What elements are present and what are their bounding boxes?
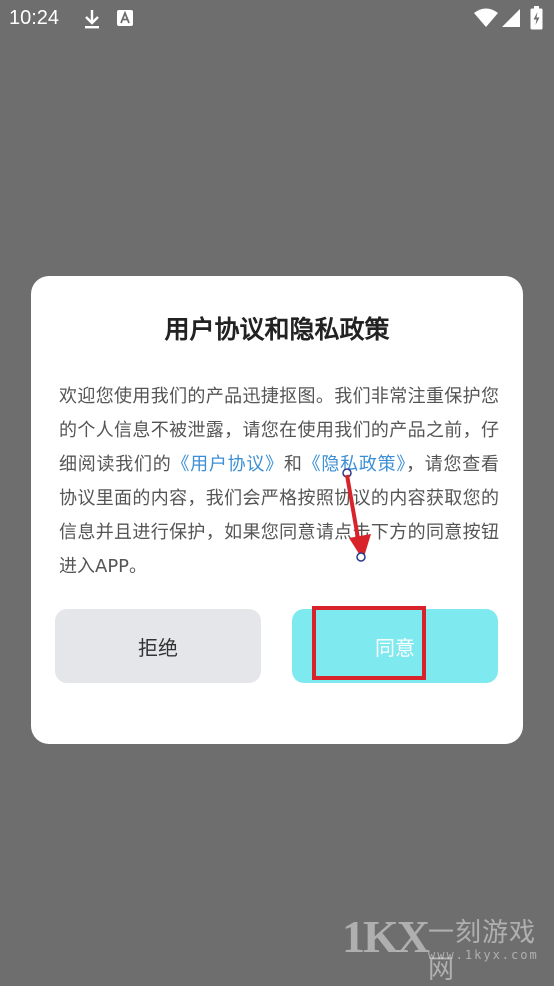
- agreement-dialog: 用户协议和隐私政策 欢迎您使用我们的产品迅捷抠图。我们非常注重保护您的个人信息不…: [31, 276, 523, 744]
- watermark-logo: 1KX: [342, 911, 430, 962]
- status-time: 10:24: [9, 7, 60, 29]
- status-bar: 10:24: [0, 0, 554, 40]
- and-text: 和: [283, 454, 303, 475]
- annotation-highlight-box: [312, 606, 426, 680]
- reject-button[interactable]: 拒绝: [55, 609, 261, 683]
- wifi-icon: [474, 8, 498, 32]
- cellular-signal-icon: [501, 8, 521, 32]
- keyboard-a-icon: [116, 9, 134, 31]
- dialog-body: 欢迎您使用我们的产品迅捷抠图。我们非常注重保护您的个人信息不被泄露，请您在使用我…: [59, 380, 499, 584]
- dialog-title: 用户协议和隐私政策: [164, 315, 390, 344]
- site-watermark: 1KX 一刻游戏网 www.1kyx.com: [342, 908, 552, 985]
- battery-charging-icon: [530, 6, 543, 34]
- annotation-arrow-icon: [342, 468, 371, 562]
- user-agreement-link[interactable]: 《用户协议》: [171, 454, 283, 475]
- download-icon: [82, 8, 102, 34]
- watermark-url: www.1kyx.com: [428, 948, 539, 962]
